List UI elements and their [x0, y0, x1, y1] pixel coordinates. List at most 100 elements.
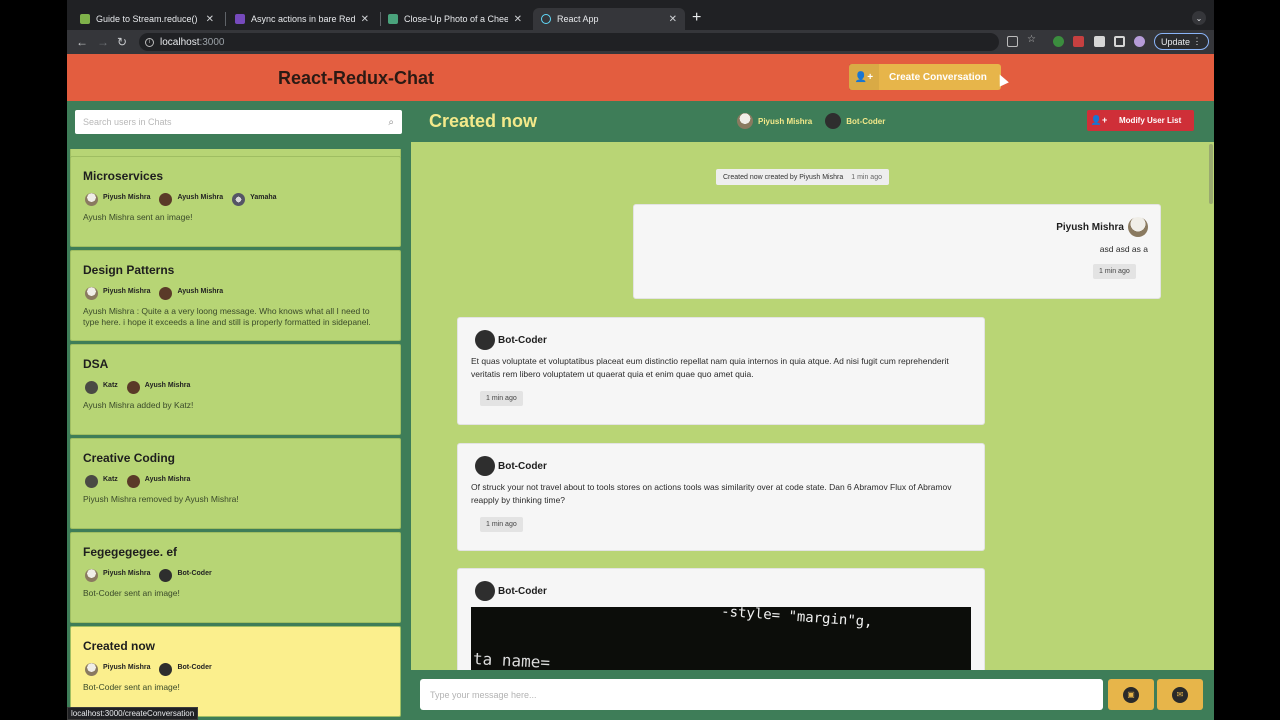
conversation-item[interactable]: DSA Katz Ayush Mishra Ayush Mishra added…: [70, 344, 401, 435]
puzzle-icon[interactable]: [1094, 36, 1105, 47]
conversation-name: Microservices: [83, 169, 164, 183]
update-button[interactable]: Update ⋮: [1154, 33, 1209, 50]
send-message-button[interactable]: ✉: [1157, 679, 1203, 710]
avatar: [85, 193, 98, 206]
last-message: Ayush Mishra sent an image!: [83, 212, 193, 222]
close-tab-icon[interactable]: ✕: [361, 14, 369, 25]
message-sender: Bot-Coder: [475, 330, 547, 350]
system-message-text: Created now created by Piyush Mishra: [723, 173, 844, 181]
avatar: [159, 663, 173, 676]
conversation-users: Katz Ayush Mishra: [85, 471, 199, 488]
member-name: Piyush Mishra: [758, 116, 813, 126]
image-icon: ▣: [1123, 686, 1139, 703]
forward-icon[interactable]: →: [97, 35, 109, 49]
react-favicon-icon: [541, 14, 551, 24]
message-time: 1 min ago: [480, 391, 523, 406]
url-field[interactable]: i localhost:3000: [139, 33, 999, 51]
search-input[interactable]: Search users in Chats ⌕: [75, 110, 402, 134]
avatar: [126, 381, 140, 394]
message-time: 1 min ago: [1093, 264, 1136, 279]
browser-tab[interactable]: Async actions in bare Redux w ✕: [227, 8, 377, 30]
avatar: [126, 475, 140, 488]
sidepanel-icon[interactable]: [1114, 36, 1125, 47]
last-message: Ayush Mishra : Quite a a very loong mess…: [83, 306, 371, 327]
update-label: Update: [1161, 36, 1191, 47]
extension-icon[interactable]: [1053, 36, 1064, 47]
tab-title: Close-Up Photo of a Cheese B: [404, 14, 508, 24]
image-code-text: ta name=: [472, 648, 551, 670]
browser-tab[interactable]: Guide to Stream.reduce() | Bae ✕: [72, 8, 222, 30]
tab-title: Async actions in bare Redux w: [251, 14, 355, 24]
back-icon[interactable]: ←: [76, 35, 88, 49]
chat-members: Piyush Mishra Bot-Coder: [737, 113, 898, 129]
last-message: Piyush Mishra removed by Ayush Mishra!: [83, 494, 239, 504]
close-tab-icon[interactable]: ✕: [206, 14, 214, 25]
avatar: [475, 581, 495, 601]
favicon-icon: [235, 14, 245, 24]
close-tab-icon[interactable]: ✕: [514, 14, 522, 25]
user-name: Bot-Coder: [177, 570, 212, 577]
message-list: Created now created by Piyush Mishra 1 m…: [411, 142, 1214, 670]
chat-scrollbar[interactable]: [1208, 142, 1214, 670]
chat-title: Created now: [429, 111, 538, 131]
conversation-name: Creative Coding: [83, 451, 176, 465]
avatar: [475, 456, 495, 476]
conversation-item[interactable]: Creative Coding Katz Ayush Mishra Piyush…: [70, 438, 401, 529]
user-name: Ayush Mishra: [144, 476, 191, 483]
last-message: Bot-Coder sent an image!: [83, 682, 180, 692]
message-bubble-own: Piyush Mishra asd asd as a 1 min ago: [634, 205, 1160, 298]
user-name: Yamaha: [250, 194, 277, 201]
send-image-button[interactable]: ▣: [1108, 679, 1154, 710]
chat-header: Created now Piyush Mishra Bot-Coder 👤+ M…: [411, 101, 1214, 142]
search-placeholder: Search users in Chats: [83, 117, 172, 127]
conversation-users: Piyush Mishra Ayush Mishra Yamaha: [85, 189, 286, 206]
chevron-down-icon[interactable]: ⌄: [1192, 11, 1206, 25]
browser-tab-active[interactable]: React App ✕: [533, 8, 685, 30]
message-bubble-image: Bot-Coder -style= "margin"g, ta name=: [458, 569, 984, 670]
modify-user-list-button[interactable]: 👤+ Modify User List: [1087, 110, 1194, 131]
conversation-list: Microservices Piyush Mishra Ayush Mishra…: [70, 149, 401, 720]
info-icon[interactable]: i: [145, 37, 154, 47]
user-name: Ayush Mishra: [144, 382, 191, 389]
close-tab-icon[interactable]: ✕: [669, 14, 677, 25]
user-name: Ayush Mishra: [177, 288, 224, 295]
message-image[interactable]: -style= "margin"g, ta name=: [471, 607, 971, 670]
conversation-item[interactable]: Fegegegegee. ef Piyush Mishra Bot-Coder …: [70, 532, 401, 623]
member-name: Bot-Coder: [846, 116, 886, 126]
avatar: [475, 330, 495, 350]
conversation-name: DSA: [83, 357, 109, 371]
conversation-item-selected[interactable]: Created now Piyush Mishra Bot-Coder Bot-…: [70, 626, 401, 717]
last-message: Ayush Mishra added by Katz!: [83, 400, 194, 410]
address-bar: ← → ↻ i localhost:3000 ☆ Update ⋮: [67, 30, 1214, 54]
conversation-name: Design Patterns: [83, 263, 175, 277]
reload-icon[interactable]: ↻: [117, 35, 127, 49]
system-message: Created now created by Piyush Mishra 1 m…: [716, 169, 889, 185]
sender-name: Piyush Mishra: [1056, 221, 1124, 233]
conversation-item[interactable]: Design Patterns Piyush Mishra Ayush Mish…: [70, 250, 401, 341]
profile-avatar[interactable]: [1134, 36, 1145, 47]
message-time: 1 min ago: [480, 517, 523, 532]
search-icon[interactable]: ⌕: [388, 117, 394, 128]
conversation-name: Created now: [83, 639, 156, 653]
user-name: Katz: [103, 476, 118, 483]
message-composer: Type your message here... ▣ ✉: [411, 670, 1214, 720]
message-bubble: Bot-Coder Et quas voluptate et voluptati…: [458, 318, 984, 424]
extension-icon[interactable]: [1073, 36, 1084, 47]
conversation-item[interactable]: Microservices Piyush Mishra Ayush Mishra…: [70, 156, 401, 247]
star-icon[interactable]: ☆: [1027, 34, 1038, 45]
share-icon[interactable]: [1007, 36, 1018, 47]
favicon-icon: [388, 14, 398, 24]
create-conversation-button[interactable]: 👤+ Create Conversation: [849, 64, 1001, 90]
avatar: [159, 569, 173, 582]
app-header: React-Redux-Chat 👤+ Create Conversation: [67, 54, 1214, 101]
conversation-users: Piyush Mishra Bot-Coder: [85, 565, 221, 582]
conversation-users: Katz Ayush Mishra: [85, 377, 199, 394]
url-port: :3000: [199, 36, 225, 48]
chat-panel: Created now Piyush Mishra Bot-Coder 👤+ M…: [411, 101, 1214, 720]
avatar: [85, 381, 98, 394]
url-host: localhost: [160, 36, 200, 48]
browser-tab[interactable]: Close-Up Photo of a Cheese B ✕: [380, 8, 530, 30]
scrollbar-thumb[interactable]: [1209, 144, 1213, 204]
message-input[interactable]: Type your message here...: [420, 679, 1103, 710]
new-tab-icon[interactable]: +: [692, 10, 701, 26]
